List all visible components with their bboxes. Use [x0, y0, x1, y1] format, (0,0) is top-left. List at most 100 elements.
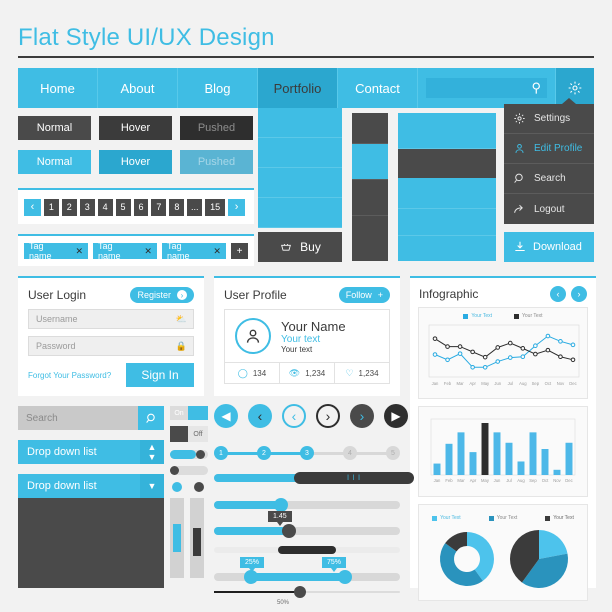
step-3[interactable]: 3 — [300, 446, 314, 460]
tag-chip[interactable]: Tag name ✕ — [92, 241, 157, 261]
pagination-page[interactable]: 8 — [169, 198, 185, 216]
pagination-page[interactable]: 4 — [97, 198, 113, 216]
arrow-prev-outline[interactable]: ‹ — [282, 404, 306, 428]
forgot-password-link[interactable]: Forgot Your Password? — [28, 371, 111, 380]
register-button[interactable]: Register › — [130, 287, 194, 303]
chevron-updown-icon[interactable]: ▲ ▼ — [140, 440, 164, 464]
radio-selected[interactable] — [172, 482, 182, 492]
password-field[interactable]: Password 🔒 — [28, 336, 194, 356]
step-2[interactable]: 2 — [257, 446, 271, 460]
pagination-page[interactable]: 6 — [133, 198, 149, 216]
step-4[interactable]: 4 — [343, 446, 357, 460]
search-input[interactable]: ⚲ — [426, 78, 547, 98]
close-icon[interactable]: ✕ — [144, 246, 152, 257]
content-block-list[interactable] — [398, 113, 496, 261]
close-icon[interactable]: ✕ — [75, 246, 83, 257]
slider-knob[interactable] — [282, 524, 296, 538]
menu-item-logout[interactable]: Logout — [504, 194, 594, 224]
vertical-progress-strip[interactable] — [352, 113, 388, 261]
slider-scroll[interactable] — [214, 546, 400, 554]
tile[interactable] — [258, 168, 342, 198]
slider-with-tooltip[interactable] — [214, 524, 400, 538]
step-5[interactable]: 5 — [386, 446, 400, 460]
pagination-page[interactable]: 5 — [115, 198, 131, 216]
tag-chip[interactable]: Tag name ✕ — [24, 241, 88, 261]
infographic-next-button[interactable]: › — [571, 286, 587, 302]
vertical-slider-blue[interactable] — [170, 498, 184, 578]
toggle-knob[interactable] — [170, 426, 188, 442]
nav-item-home[interactable]: Home — [18, 68, 98, 108]
button-normal-blue[interactable]: Normal — [18, 150, 91, 174]
menu-item-settings[interactable]: Settings — [504, 104, 594, 134]
dropdown-options-panel[interactable] — [18, 498, 164, 588]
scroll-thumb[interactable] — [278, 546, 336, 554]
buy-button[interactable]: Buy — [258, 232, 342, 262]
stat-views[interactable]: 👁 1,234 — [280, 363, 335, 383]
pagination-page[interactable]: 3 — [79, 198, 95, 216]
slider-knob[interactable] — [170, 466, 179, 475]
mini-slider-empty[interactable] — [170, 466, 208, 475]
vertical-slider-dark[interactable] — [190, 498, 204, 578]
arrow-prev-dark-glyph[interactable]: ‹ — [248, 404, 272, 428]
nav-item-about[interactable]: About — [98, 68, 178, 108]
arrow-next-outline[interactable]: › — [316, 404, 340, 428]
mini-slider-filled[interactable] — [170, 450, 208, 459]
pagination-next[interactable]: › — [228, 198, 245, 216]
toggle-on[interactable]: On — [170, 406, 208, 420]
slider-volume[interactable]: l l l — [214, 472, 414, 484]
tile[interactable] — [258, 198, 342, 228]
slider-handle-volume[interactable]: l l l — [294, 472, 414, 484]
pagination-prev[interactable]: ‹ — [24, 198, 41, 216]
tile[interactable] — [258, 108, 342, 138]
menu-item-search[interactable]: Search — [504, 164, 594, 194]
infographic-prev-button[interactable]: ‹ — [550, 286, 566, 302]
download-button[interactable]: Download — [504, 232, 594, 262]
toggle-knob[interactable] — [188, 406, 208, 420]
arrow-next-dark[interactable]: › — [350, 404, 374, 428]
username-field[interactable]: Username ⛅ — [28, 309, 194, 329]
pagination-page[interactable]: 2 — [61, 198, 77, 216]
portfolio-tiles[interactable] — [258, 108, 342, 228]
button-pushed-dark[interactable]: Pushed — [180, 116, 253, 140]
button-hover-blue[interactable]: Hover — [99, 150, 172, 174]
menu-item-edit-profile[interactable]: Edit Profile — [504, 134, 594, 164]
button-hover-dark[interactable]: Hover — [99, 116, 172, 140]
tag-chip[interactable]: Tag name ✕ — [161, 241, 226, 261]
tile[interactable] — [258, 138, 342, 168]
search-box[interactable]: Search — [18, 406, 164, 430]
toggle-off[interactable]: Off — [170, 426, 208, 442]
stat-comments[interactable]: ◯ 134 — [225, 363, 280, 383]
chevron-down-icon[interactable]: ▼ — [140, 474, 164, 498]
search-button[interactable] — [138, 406, 164, 430]
slider-knob[interactable] — [193, 528, 201, 556]
nav-item-blog[interactable]: Blog — [178, 68, 258, 108]
nav-search[interactable]: ⚲ — [418, 68, 556, 108]
pagination-page[interactable]: 15 — [205, 198, 226, 216]
slider-knob[interactable] — [196, 450, 205, 459]
slider-knob[interactable] — [173, 524, 181, 552]
radio-unselected[interactable] — [194, 482, 204, 492]
sign-in-button[interactable]: Sign In — [126, 363, 194, 387]
slider-knob[interactable] — [294, 586, 306, 598]
nav-item-contact[interactable]: Contact — [338, 68, 418, 108]
button-pushed-blue[interactable]: Pushed — [180, 150, 253, 174]
pagination-page[interactable]: 7 — [151, 198, 167, 216]
pagination-page[interactable]: 1 — [43, 198, 59, 216]
slider-thin[interactable] — [214, 586, 400, 598]
dropdown-stepper[interactable]: Drop down list ▲ ▼ — [18, 440, 164, 464]
slider-simple[interactable] — [214, 498, 400, 512]
nav-item-portfolio[interactable]: Portfolio — [258, 68, 338, 108]
button-normal-dark[interactable]: Normal — [18, 116, 91, 140]
close-icon[interactable]: ✕ — [213, 246, 221, 257]
dropdown-expanded[interactable]: Drop down list ▼ — [18, 474, 164, 498]
range-knob-high[interactable] — [338, 570, 352, 584]
step-1[interactable]: 1 — [214, 446, 228, 460]
stat-likes[interactable]: ♡ 1,234 — [335, 363, 389, 383]
range-knob-low[interactable] — [244, 570, 258, 584]
slider-knob[interactable] — [274, 498, 288, 512]
arrow-next-filled[interactable]: ▶ — [384, 404, 408, 428]
range-slider[interactable] — [214, 570, 400, 584]
follow-button[interactable]: Follow + — [338, 287, 390, 303]
block-selected[interactable] — [398, 148, 496, 178]
arrow-prev-filled[interactable]: ◀ — [214, 404, 238, 428]
